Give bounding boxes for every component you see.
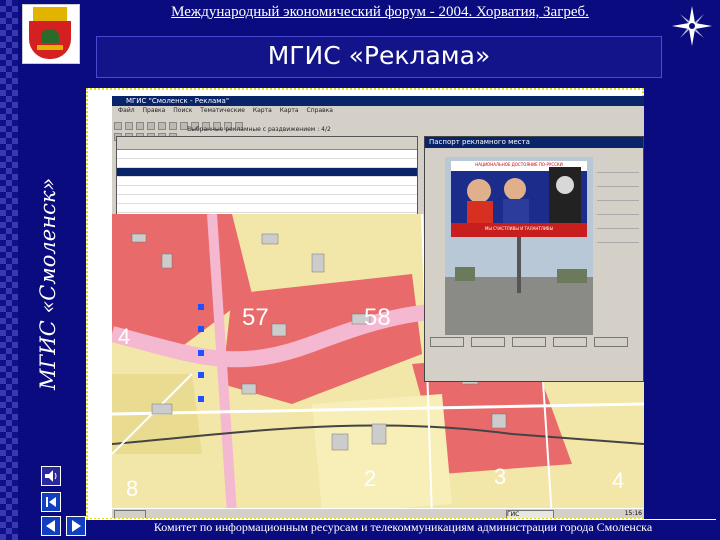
map-block-number: 58 xyxy=(364,304,391,331)
menu-search[interactable]: Поиск xyxy=(173,107,192,114)
app-titlebar: МГИС "Смоленск - Реклама" xyxy=(112,96,644,106)
speaker-icon xyxy=(45,470,57,482)
app-menubar: Файл Правка Поиск Тематические Карта Кар… xyxy=(112,106,644,115)
next-slide-button[interactable] xyxy=(66,516,86,536)
table-row[interactable] xyxy=(117,150,417,159)
map-block-number: 4 xyxy=(118,324,131,349)
checker-strip xyxy=(0,0,18,540)
table-row-selected[interactable] xyxy=(117,168,417,177)
billboard-marker xyxy=(198,326,204,332)
map-block-number: 4 xyxy=(612,468,625,493)
passport-field xyxy=(597,159,639,173)
map-block-number: 3 xyxy=(494,464,507,489)
billboard-marker xyxy=(198,350,204,356)
toolbar-main xyxy=(112,115,644,130)
table-row[interactable] xyxy=(117,159,417,168)
billboard-marker xyxy=(198,304,204,310)
passport-field xyxy=(597,229,639,243)
menu-map[interactable]: Карта xyxy=(253,107,272,114)
coat-of-arms-logo xyxy=(22,4,80,64)
map-block-number: 2 xyxy=(364,466,377,491)
compass-icon xyxy=(672,6,712,46)
passport-side-panel xyxy=(597,159,639,243)
banner-title: МГИС «Реклама» xyxy=(267,41,491,70)
first-slide-icon xyxy=(46,497,56,507)
gis-application-window: МГИС "Смоленск - Реклама" Файл Правка По… xyxy=(112,96,644,518)
next-icon xyxy=(72,520,81,532)
passport-button[interactable] xyxy=(512,337,547,347)
billboard-passport-window: Паспорт рекламного места НАЦИОНАЛЬНОЕ ДО… xyxy=(424,136,644,382)
passport-button[interactable] xyxy=(471,337,506,347)
forum-heading: Международный экономический форум - 2004… xyxy=(171,4,589,20)
taskbar-item-gis[interactable]: ГИС "Смолен... xyxy=(506,510,554,518)
windows-taskbar: ГИС "Смолен... 15:16 xyxy=(112,508,644,518)
passport-field xyxy=(597,187,639,201)
sound-button[interactable] xyxy=(41,466,61,486)
table-row[interactable] xyxy=(117,186,417,195)
toolbar-hint: Выбранные рекламные с раздвижением : 4/2 xyxy=(187,126,331,133)
previous-slide-button[interactable] xyxy=(41,516,61,536)
menu-help[interactable]: Справка xyxy=(307,107,333,114)
menu-map-2[interactable]: Карта xyxy=(280,107,299,114)
taskbar-clock: 15:16 xyxy=(624,510,642,517)
bird-shape xyxy=(41,29,59,43)
passport-titlebar: Паспорт рекламного места xyxy=(425,137,643,148)
passport-field xyxy=(597,215,639,229)
billboard-top-text: НАЦИОНАЛЬНОЕ ДОСТОЯНИЕ ПО-РУССКИ xyxy=(475,162,563,167)
table-row[interactable] xyxy=(117,204,417,213)
billboard-photo: НАЦИОНАЛЬНОЕ ДОСТОЯНИЕ ПО-РУССКИ МЫ СЧАС… xyxy=(445,157,593,335)
passport-field xyxy=(597,173,639,187)
passport-field xyxy=(597,201,639,215)
table-row[interactable] xyxy=(117,177,417,186)
footer-credits: Комитет по информационным ресурсам и тел… xyxy=(90,519,716,535)
billboard-photo-drawing xyxy=(445,157,593,335)
map-block-number: 57 xyxy=(242,304,269,331)
menu-file[interactable]: Файл xyxy=(118,107,135,114)
cannon-shape xyxy=(37,45,63,50)
passport-button[interactable] xyxy=(594,337,629,347)
billboard-table-window xyxy=(116,136,418,216)
previous-icon xyxy=(46,520,55,532)
menu-thematic[interactable]: Тематические xyxy=(200,107,245,114)
first-slide-button[interactable] xyxy=(41,492,61,512)
vertical-title: МГИС «Смоленск» xyxy=(36,177,60,390)
billboard-bottom-text: МЫ СЧАСТЛИВЫ И ТАЛАНТЛИВЫ xyxy=(484,226,554,231)
map-block-number: 8 xyxy=(126,476,139,501)
table-header xyxy=(117,137,417,150)
table-row[interactable] xyxy=(117,195,417,204)
passport-buttons xyxy=(429,333,639,353)
menu-edit[interactable]: Правка xyxy=(143,107,166,114)
billboard-marker xyxy=(198,372,204,378)
billboard-marker xyxy=(198,396,204,402)
passport-button[interactable] xyxy=(553,337,588,347)
start-button[interactable] xyxy=(114,510,146,518)
passport-button[interactable] xyxy=(430,337,464,347)
crown-shape xyxy=(33,7,67,21)
title-banner: МГИС «Реклама» xyxy=(96,36,662,78)
